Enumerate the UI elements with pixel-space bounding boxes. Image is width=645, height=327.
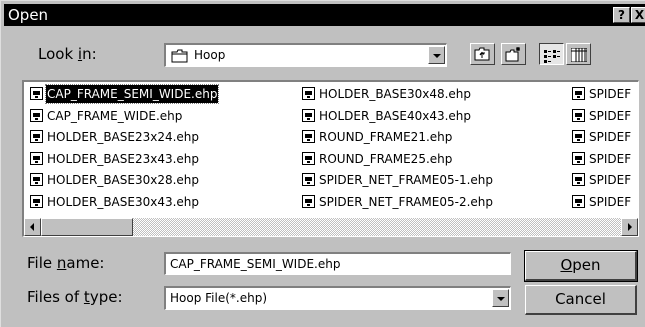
scrollbar-thumb[interactable] xyxy=(41,218,133,236)
ehp-file-icon xyxy=(572,108,585,122)
scroll-right-button[interactable] xyxy=(621,218,638,236)
file-list-items: CAP_FRAME_SEMI_WIDE.ehp CAP_FRAME_WIDE.eh… xyxy=(24,82,638,216)
file-name-label: File name: xyxy=(27,254,105,272)
file-item-label: ROUND_FRAME25.ehp xyxy=(319,151,453,166)
file-type-dropdown-button[interactable] xyxy=(492,289,509,307)
ehp-file-icon xyxy=(302,173,315,186)
ehp-file-icon xyxy=(30,87,43,100)
list-view-button[interactable] xyxy=(539,43,564,65)
ehp-file-icon xyxy=(302,194,315,208)
file-item-label: HOLDER_BASE23x43.ehp xyxy=(47,151,200,166)
file-item-label: SPIDEF xyxy=(589,194,632,209)
ehp-file-icon xyxy=(572,194,585,208)
file-item-label: HOLDER_BASE23x24.ehp xyxy=(47,130,200,144)
title-bar[interactable]: Open ? X xyxy=(4,4,645,26)
file-item-label: CAP_FRAME_SEMI_WIDE.ehp xyxy=(44,84,220,104)
file-name-value: CAP_FRAME_SEMI_WIDE.ehp xyxy=(170,257,341,271)
ehp-file-icon xyxy=(30,108,43,122)
ehp-file-icon xyxy=(572,173,585,186)
folder-icon xyxy=(171,48,189,63)
ehp-file-icon xyxy=(30,173,43,186)
ehp-file-icon xyxy=(302,87,315,100)
ehp-file-icon xyxy=(302,130,315,143)
close-button[interactable]: X xyxy=(631,7,645,23)
up-one-level-icon xyxy=(474,46,491,65)
file-item-label: SPIDEF xyxy=(589,87,632,101)
ehp-file-icon xyxy=(572,151,585,165)
file-item-label: SPIDER_NET_FRAME05-1.ehp xyxy=(319,173,493,187)
file-item-label: SPIDEF xyxy=(589,151,632,166)
look-in-combobox[interactable]: Hoop xyxy=(164,43,447,67)
file-item-label: SPIDEF xyxy=(589,173,632,187)
file-item-label: HOLDER_BASE40x43.ehp xyxy=(319,108,472,123)
horizontal-scrollbar[interactable] xyxy=(24,218,638,236)
up-one-level-button[interactable] xyxy=(470,43,495,65)
file-list[interactable]: CAP_FRAME_SEMI_WIDE.ehp CAP_FRAME_WIDE.eh… xyxy=(22,80,639,237)
open-dialog: Open ? X Look in: Hoop CAP_FRAME_SEMI_WI… xyxy=(0,0,645,327)
file-item-label: SPIDEF xyxy=(589,130,632,144)
file-name-input[interactable]: CAP_FRAME_SEMI_WIDE.ehp xyxy=(164,252,511,275)
file-type-value: Hoop File(*.ehp) xyxy=(170,291,268,305)
look-in-label: Look in: xyxy=(38,45,97,63)
details-view-icon xyxy=(570,47,588,66)
scroll-left-button[interactable] xyxy=(24,218,41,236)
new-folder-icon xyxy=(505,46,523,66)
help-button[interactable]: ? xyxy=(613,7,630,23)
ehp-file-icon xyxy=(572,87,585,100)
file-item-label: HOLDER_BASE30x48.ehp xyxy=(319,87,472,101)
look-in-value: Hoop xyxy=(194,48,226,62)
file-item-label: HOLDER_BASE30x28.ehp xyxy=(47,173,200,187)
file-item-label: HOLDER_BASE30x43.ehp xyxy=(47,194,200,209)
file-item-label: SPIDER_NET_FRAME05-2.ehp xyxy=(319,194,493,209)
ehp-file-icon xyxy=(30,151,43,165)
file-item-label: SPIDEF xyxy=(589,108,632,123)
dialog-title: Open xyxy=(8,6,49,24)
ehp-file-icon xyxy=(30,194,43,208)
new-folder-button[interactable] xyxy=(501,43,526,65)
file-type-combobox[interactable]: Hoop File(*.ehp) xyxy=(164,286,511,310)
ehp-file-icon xyxy=(302,151,315,165)
ehp-file-icon xyxy=(302,108,315,122)
open-button[interactable]: Open xyxy=(524,250,638,282)
file-type-label: Files of type: xyxy=(27,288,123,306)
ehp-file-icon xyxy=(572,130,585,143)
ehp-file-icon xyxy=(30,130,43,143)
file-item-label: CAP_FRAME_WIDE.ehp xyxy=(47,108,183,123)
details-view-button[interactable] xyxy=(566,43,591,65)
cancel-button[interactable]: Cancel xyxy=(525,285,637,315)
file-item-label: ROUND_FRAME21.ehp xyxy=(319,130,453,144)
look-in-dropdown-button[interactable] xyxy=(428,46,445,64)
list-view-icon xyxy=(544,48,560,67)
